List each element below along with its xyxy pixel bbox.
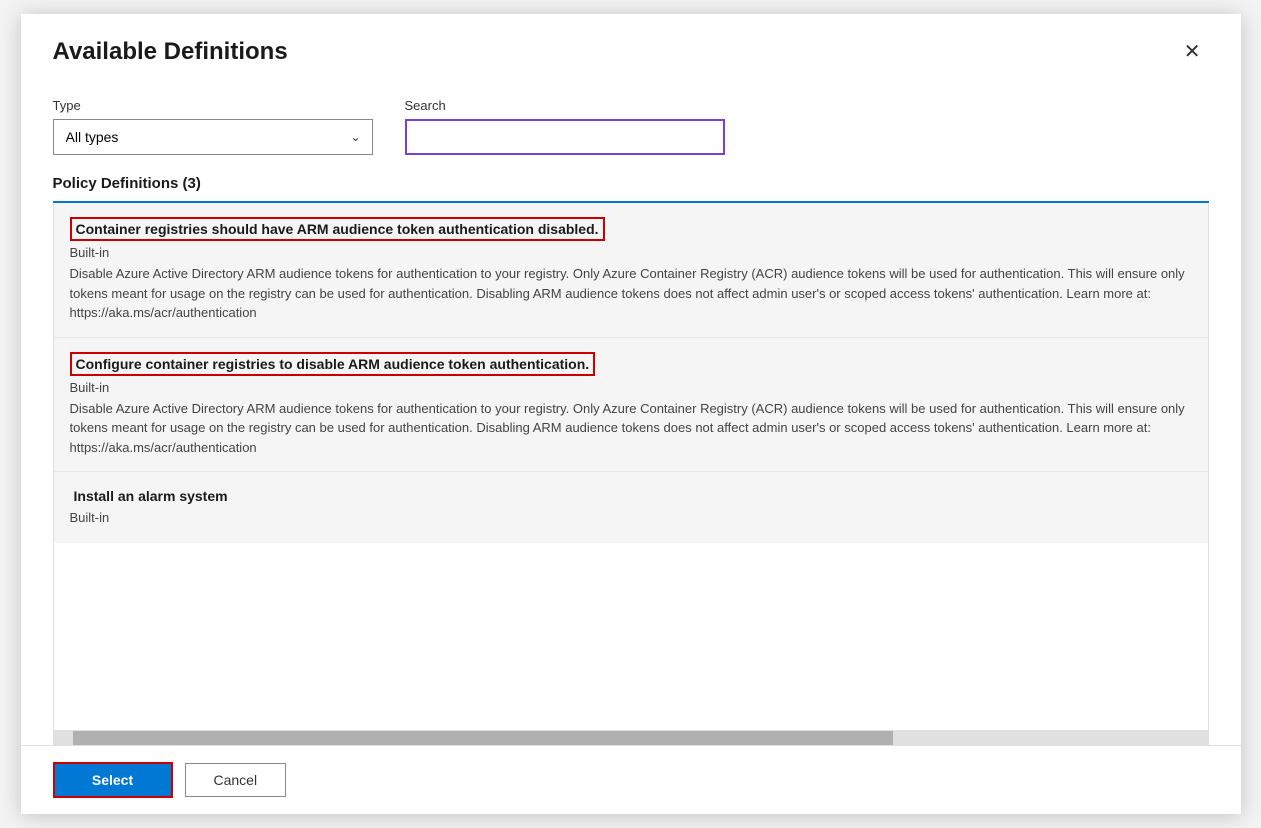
horizontal-scrollbar[interactable]	[53, 731, 1209, 745]
item-type-1: Built-in	[70, 245, 1192, 260]
item-title-2: Configure container registries to disabl…	[70, 352, 596, 376]
select-button[interactable]: Select	[53, 762, 173, 798]
dialog-body: Type All types Built-in Custom ⌄ Search …	[21, 82, 1241, 745]
list-scroll-area: Container registries should have ARM aud…	[53, 203, 1209, 745]
type-label: Type	[53, 98, 373, 113]
available-definitions-dialog: Available Definitions ✕ Type All types B…	[21, 14, 1241, 814]
list-item[interactable]: Container registries should have ARM aud…	[54, 203, 1208, 338]
section-title: Policy Definitions (3)	[53, 175, 201, 192]
dialog-header: Available Definitions ✕	[21, 14, 1241, 82]
type-select[interactable]: All types Built-in Custom	[53, 119, 373, 155]
list-item[interactable]: Install an alarm system Built-in	[54, 472, 1208, 543]
section-title-text: Policy Definitions	[53, 175, 179, 192]
section-count: (3)	[183, 175, 201, 192]
cancel-button[interactable]: Cancel	[185, 763, 287, 797]
section-header: Policy Definitions (3)	[53, 175, 1209, 203]
type-filter-group: Type All types Built-in Custom ⌄	[53, 98, 373, 155]
filters-row: Type All types Built-in Custom ⌄ Search	[53, 98, 1209, 155]
item-title-1: Container registries should have ARM aud…	[70, 217, 605, 241]
close-button[interactable]: ✕	[1176, 38, 1209, 66]
item-title-3: Install an alarm system	[70, 486, 232, 506]
type-select-wrapper[interactable]: All types Built-in Custom ⌄	[53, 119, 373, 155]
item-type-2: Built-in	[70, 380, 1192, 395]
search-filter-group: Search	[405, 98, 725, 155]
search-input[interactable]	[405, 119, 725, 155]
list-item[interactable]: Configure container registries to disabl…	[54, 338, 1208, 473]
dialog-footer: Select Cancel	[21, 745, 1241, 814]
search-label: Search	[405, 98, 725, 113]
item-type-3: Built-in	[70, 510, 1192, 525]
item-desc-1: Disable Azure Active Directory ARM audie…	[70, 264, 1192, 323]
policy-list[interactable]: Container registries should have ARM aud…	[53, 203, 1209, 731]
item-desc-2: Disable Azure Active Directory ARM audie…	[70, 399, 1192, 458]
scrollbar-thumb-h	[73, 731, 893, 745]
dialog-title: Available Definitions	[53, 38, 288, 66]
